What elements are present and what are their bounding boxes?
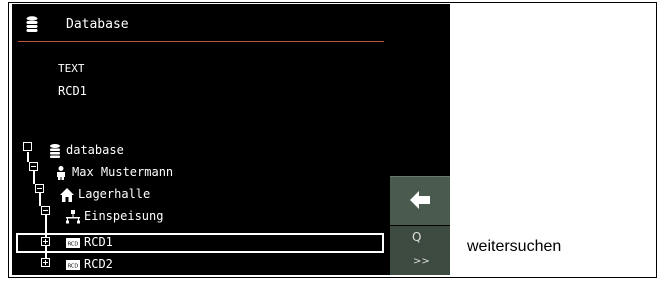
search-next-button[interactable]: Q >> bbox=[390, 226, 450, 275]
database-icon bbox=[26, 16, 38, 32]
tree-item-label: Einspeisung bbox=[84, 209, 164, 223]
expander-lagerhalle[interactable] bbox=[35, 184, 44, 193]
tree-item-label: Max Mustermann bbox=[72, 165, 174, 179]
expander-database[interactable] bbox=[23, 142, 32, 151]
back-button[interactable] bbox=[390, 176, 450, 225]
tree-connector bbox=[27, 152, 29, 162]
text-field-label: TEXT bbox=[58, 62, 85, 75]
svg-text:RCD: RCD bbox=[68, 264, 79, 270]
rcd-icon: RCD bbox=[66, 260, 80, 270]
tree-item-label: Lagerhalle bbox=[78, 187, 151, 201]
network-icon bbox=[66, 210, 80, 224]
search-icon: Q bbox=[412, 230, 422, 244]
text-field-value[interactable]: RCD1 bbox=[58, 84, 87, 98]
selection-highlight bbox=[16, 233, 384, 253]
next-chevrons: >> bbox=[413, 256, 430, 267]
tree-connector bbox=[33, 170, 35, 184]
expander-einspeisung[interactable] bbox=[41, 206, 50, 215]
expander-rcd2[interactable] bbox=[41, 258, 50, 267]
person-icon bbox=[57, 166, 65, 180]
tree-item-label: RCD2 bbox=[84, 257, 113, 271]
screen-header: Database bbox=[12, 4, 384, 44]
header-divider bbox=[18, 41, 384, 42]
house-icon bbox=[60, 188, 74, 202]
device-screen: Database TEXT RCD1 database Max Musterma… bbox=[12, 4, 450, 275]
tree-connector bbox=[39, 192, 41, 206]
tree-item-label: database bbox=[66, 143, 124, 157]
expander-max-mustermann[interactable] bbox=[29, 162, 38, 171]
back-arrow-icon bbox=[410, 191, 430, 209]
caption-weitersuchen: weitersuchen bbox=[467, 238, 562, 255]
database-icon bbox=[50, 144, 60, 158]
screen-title: Database bbox=[66, 17, 129, 32]
